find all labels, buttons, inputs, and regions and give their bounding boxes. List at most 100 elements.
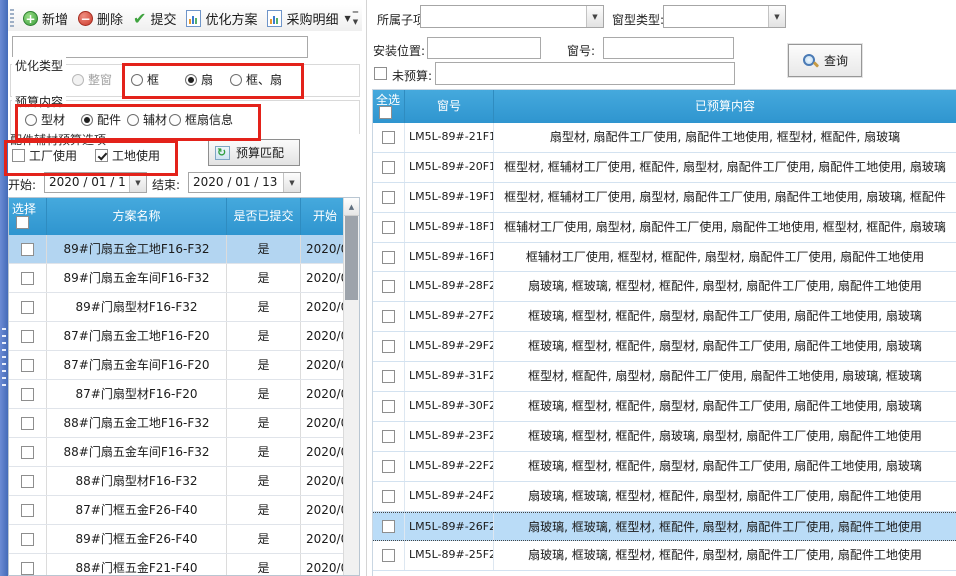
chevron-down-icon[interactable]: ▼	[768, 6, 785, 27]
window-table-row[interactable]: LM5L-89#-21F19扇型材, 扇配件工厂使用, 扇配件工地使用, 框型材…	[373, 123, 956, 153]
toolbar-button[interactable]: 采购明细▼	[262, 7, 355, 30]
toolbar-button[interactable]: −删除	[73, 7, 128, 30]
window-table-row[interactable]: LM5L-89#-30F28框玻璃, 框型材, 框配件, 扇型材, 扇配件工厂使…	[373, 392, 956, 422]
radio-option[interactable]: 型材	[25, 111, 65, 128]
row-select-cell[interactable]	[373, 243, 405, 272]
row-select-cell[interactable]	[9, 264, 47, 292]
checkbox-icon	[382, 460, 395, 473]
plan-table-row[interactable]: 88#门扇五金工地F16-F32是2020/0	[9, 409, 359, 438]
scrollbar-thumb[interactable]	[345, 216, 358, 300]
window-table-row[interactable]: LM5L-89#-24F22扇玻璃, 框玻璃, 框型材, 框配件, 扇型材, 扇…	[373, 482, 956, 512]
chevron-down-icon[interactable]: ▼	[283, 173, 300, 192]
window-table-row[interactable]: LM5L-89#-22F20框玻璃, 框型材, 框配件, 扇型材, 扇配件工厂使…	[373, 452, 956, 482]
row-select-cell[interactable]	[373, 513, 405, 541]
panel-splitter[interactable]	[366, 0, 367, 576]
checkbox-icon	[21, 388, 34, 401]
toolbar-button[interactable]: ✔提交	[128, 7, 181, 30]
row-select-cell[interactable]	[373, 482, 405, 511]
radio-option[interactable]: 框扇信息	[169, 111, 233, 128]
row-select-cell[interactable]	[9, 409, 47, 437]
row-select-cell[interactable]	[373, 213, 405, 242]
window-table-row[interactable]: LM5L-89#-25F23扇玻璃, 框玻璃, 框型材, 框配件, 扇型材, 扇…	[373, 541, 956, 571]
row-select-cell[interactable]	[9, 322, 47, 350]
plan-name-column-header[interactable]: 方案名称	[47, 198, 227, 235]
plan-table-row[interactable]: 88#门扇五金车间F16-F32是2020/0	[9, 438, 359, 467]
toolbar-button[interactable]: +新增	[18, 7, 73, 30]
window-table-row[interactable]: LM5L-89#-31F29框型材, 框配件, 扇型材, 扇配件工厂使用, 扇配…	[373, 362, 956, 392]
toolbar-overflow-button[interactable]: ▔▼	[349, 9, 362, 29]
plan-table-row[interactable]: 89#门扇型材F16-F32是2020/0	[9, 293, 359, 322]
budgeted-content-cell: 框玻璃, 框型材, 框配件, 扇玻璃, 扇型材, 扇配件工厂使用, 扇配件工地使…	[494, 422, 956, 451]
no-budget-input[interactable]	[435, 62, 735, 85]
window-table-row[interactable]: LM5L-89#-18F16框辅材工厂使用, 扇型材, 扇配件工厂使用, 扇配件…	[373, 213, 956, 243]
plan-table-row[interactable]: 88#门扇型材F16-F32是2020/0	[9, 467, 359, 496]
window-table-row[interactable]: LM5L-89#-29F27框玻璃, 框型材, 框配件, 扇型材, 扇配件工厂使…	[373, 332, 956, 362]
row-select-cell[interactable]	[373, 302, 405, 331]
row-select-cell[interactable]	[9, 351, 47, 379]
radio-option[interactable]: 辅材	[127, 111, 167, 128]
budgeted-content-column-header[interactable]: 已预算内容	[494, 90, 956, 123]
plan-table-row[interactable]: 88#门框五金F21-F40是2020/0	[9, 554, 359, 576]
plan-table-row[interactable]: 89#门扇五金车间F16-F32是2020/0	[9, 264, 359, 293]
window-table-row[interactable]: LM5L-89#-27F25框玻璃, 框型材, 框配件, 扇型材, 扇配件工厂使…	[373, 302, 956, 332]
row-select-cell[interactable]	[9, 235, 47, 263]
row-select-cell[interactable]	[373, 362, 405, 391]
window-no-column-header[interactable]: 窗号	[405, 90, 494, 123]
plan-table-row[interactable]: 87#门扇五金车间F16-F20是2020/0	[9, 351, 359, 380]
radio-option[interactable]: 框	[131, 71, 159, 88]
no-budget-checkbox[interactable]	[374, 67, 387, 80]
chevron-down-icon[interactable]: ▼	[129, 173, 146, 192]
row-select-cell[interactable]	[373, 422, 405, 451]
submitted-cell: 是	[227, 293, 301, 321]
row-select-cell[interactable]	[9, 554, 47, 576]
window-table-row[interactable]: LM5L-89#-19F17框型材, 框辅材工厂使用, 扇型材, 扇配件工厂使用…	[373, 183, 956, 213]
query-button[interactable]: 查询	[788, 44, 862, 77]
plan-table-row[interactable]: 89#门框五金F26-F40是2020/0	[9, 525, 359, 554]
row-select-cell[interactable]	[373, 183, 405, 212]
window-table-row[interactable]: LM5L-89#-23F21框玻璃, 框型材, 框配件, 扇玻璃, 扇型材, 扇…	[373, 422, 956, 452]
scroll-up-icon[interactable]: ▲	[344, 198, 359, 216]
row-select-cell[interactable]	[373, 541, 405, 570]
window-table-row[interactable]: LM5L-89#-20F18框型材, 框辅材工厂使用, 框配件, 扇型材, 扇配…	[373, 153, 956, 183]
date-start-picker[interactable]: 2020 / 01 / 1 ▼	[44, 172, 147, 193]
row-select-cell[interactable]	[373, 452, 405, 481]
radio-option[interactable]: 配件	[81, 111, 121, 128]
date-end-picker[interactable]: 2020 / 01 / 13 ▼	[188, 172, 301, 193]
select-all-checkbox[interactable]	[379, 106, 392, 119]
usage-checkbox-option[interactable]: 工厂使用	[12, 147, 77, 164]
row-select-cell[interactable]	[9, 496, 47, 524]
row-select-cell[interactable]	[9, 525, 47, 553]
window-table-row[interactable]: LM5L-89#-28F26扇玻璃, 框玻璃, 框型材, 框配件, 扇型材, 扇…	[373, 272, 956, 302]
plan-table-row[interactable]: 89#门扇五金工地F16-F32是2020/0	[9, 235, 359, 264]
sub-item-combobox[interactable]: ▼	[420, 5, 604, 28]
row-select-cell[interactable]	[373, 153, 405, 182]
plan-table-scrollbar[interactable]: ▲	[343, 198, 359, 576]
radio-option[interactable]: 框、扇	[230, 71, 282, 88]
row-select-cell[interactable]	[373, 392, 405, 421]
row-select-cell[interactable]	[9, 293, 47, 321]
row-select-cell[interactable]	[9, 380, 47, 408]
plan-table-row[interactable]: 87#门扇五金工地F16-F20是2020/0	[9, 322, 359, 351]
usage-checkbox-option[interactable]: 工地使用	[95, 147, 160, 164]
row-select-cell[interactable]	[9, 467, 47, 495]
plan-table-row[interactable]: 87#门扇型材F16-F20是2020/0	[9, 380, 359, 409]
radio-option[interactable]: 扇	[185, 71, 213, 88]
chevron-down-icon[interactable]: ▼	[586, 6, 603, 27]
window-table-row[interactable]: LM5L-89#-26F24扇玻璃, 框玻璃, 框型材, 框配件, 扇型材, 扇…	[373, 512, 956, 542]
row-select-cell[interactable]	[9, 438, 47, 466]
row-select-cell[interactable]	[373, 123, 405, 152]
window-type-combobox[interactable]: ▼	[663, 5, 786, 28]
submitted-column-header[interactable]: 是否已提交	[227, 198, 301, 235]
toolbar-button[interactable]: 优化方案	[181, 7, 262, 30]
budget-match-button[interactable]: 预算匹配	[208, 139, 300, 166]
plan-table-row[interactable]: 87#门框五金F26-F40是2020/0	[9, 496, 359, 525]
window-no-input[interactable]	[603, 37, 734, 59]
row-select-cell[interactable]	[373, 332, 405, 361]
row-select-cell[interactable]	[373, 272, 405, 301]
select-all-checkbox[interactable]	[16, 216, 29, 229]
install-position-input[interactable]	[427, 37, 541, 59]
install-position-label: 安装位置:	[373, 42, 425, 59]
window-table-row[interactable]: LM5L-89#-16F15框辅材工厂使用, 框型材, 框配件, 扇型材, 扇配…	[373, 243, 956, 273]
plan-filter-input[interactable]	[12, 36, 308, 58]
checkbox-icon	[382, 280, 395, 293]
